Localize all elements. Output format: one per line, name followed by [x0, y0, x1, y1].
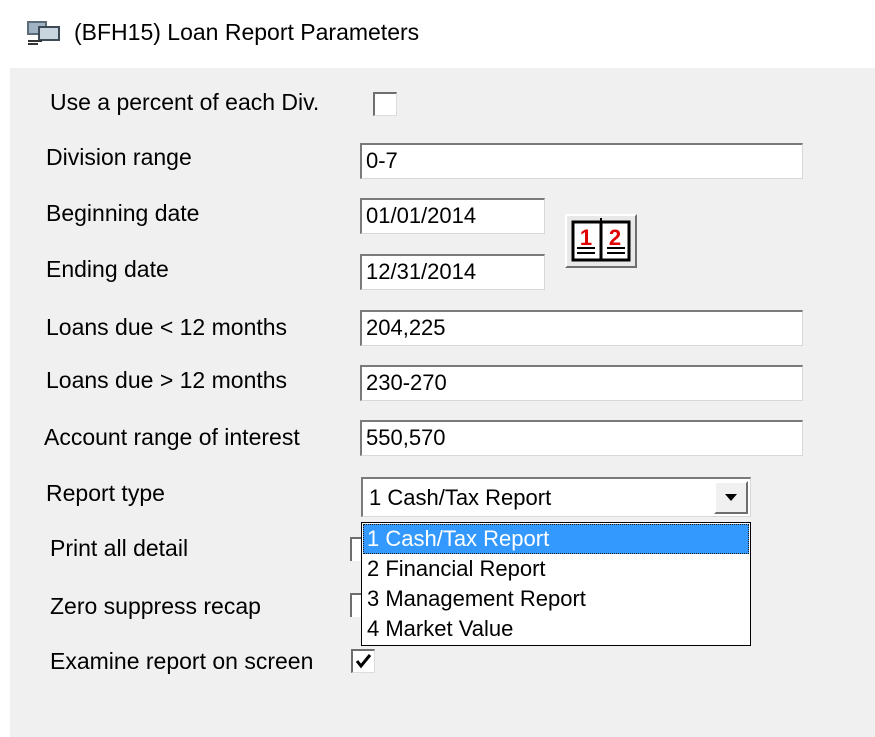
- division-range-input[interactable]: 0-7: [360, 143, 803, 179]
- report-type-label: Report type: [46, 480, 165, 506]
- report-app-icon: [26, 20, 62, 46]
- report-type-selected: 1 Cash/Tax Report: [369, 485, 552, 510]
- account-range-input[interactable]: 550,570: [360, 420, 803, 456]
- examine-report-label: Examine report on screen: [50, 648, 314, 674]
- calendar-button[interactable]: 1 2: [565, 214, 637, 268]
- window-title: (BFH15) Loan Report Parameters: [74, 19, 420, 45]
- report-type-option-4[interactable]: 4 Market Value: [363, 614, 749, 644]
- beginning-date-label: Beginning date: [46, 200, 200, 226]
- loans-due-lt-label: Loans due < 12 months: [46, 314, 288, 340]
- account-range-label: Account range of interest: [44, 424, 300, 450]
- examine-report-checkbox[interactable]: [351, 649, 375, 673]
- chevron-down-icon: [725, 494, 737, 501]
- report-type-dropdown-list: 1 Cash/Tax Report 2 Financial Report 3 M…: [361, 522, 751, 646]
- report-type-select[interactable]: 1 Cash/Tax Report: [361, 477, 751, 517]
- calendar-glyph-1: 1: [580, 225, 592, 250]
- zero-suppress-label: Zero suppress recap: [50, 593, 261, 619]
- use-percent-label: Use a percent of each Div.: [50, 89, 320, 115]
- loans-due-gt-label: Loans due > 12 months: [46, 367, 288, 393]
- report-type-option-2[interactable]: 2 Financial Report: [363, 554, 749, 584]
- print-all-detail-label: Print all detail: [50, 535, 189, 561]
- ending-date-label: Ending date: [46, 256, 169, 282]
- checkmark-icon: [355, 654, 372, 669]
- use-percent-checkbox[interactable]: [373, 92, 397, 116]
- calendar-glyph-2: 2: [609, 225, 621, 250]
- loans-due-lt-input[interactable]: 204,225: [360, 310, 803, 346]
- report-type-option-1[interactable]: 1 Cash/Tax Report: [363, 524, 749, 554]
- calendar-icon: 1 2: [571, 218, 631, 262]
- title-bar: (BFH15) Loan Report Parameters: [0, 0, 875, 66]
- division-range-label: Division range: [46, 144, 192, 170]
- dropdown-arrow-button[interactable]: [714, 481, 748, 514]
- beginning-date-input[interactable]: 01/01/2014: [360, 198, 545, 234]
- loans-due-gt-input[interactable]: 230-270: [360, 365, 803, 401]
- ending-date-input[interactable]: 12/31/2014: [360, 254, 545, 290]
- report-type-option-3[interactable]: 3 Management Report: [363, 584, 749, 614]
